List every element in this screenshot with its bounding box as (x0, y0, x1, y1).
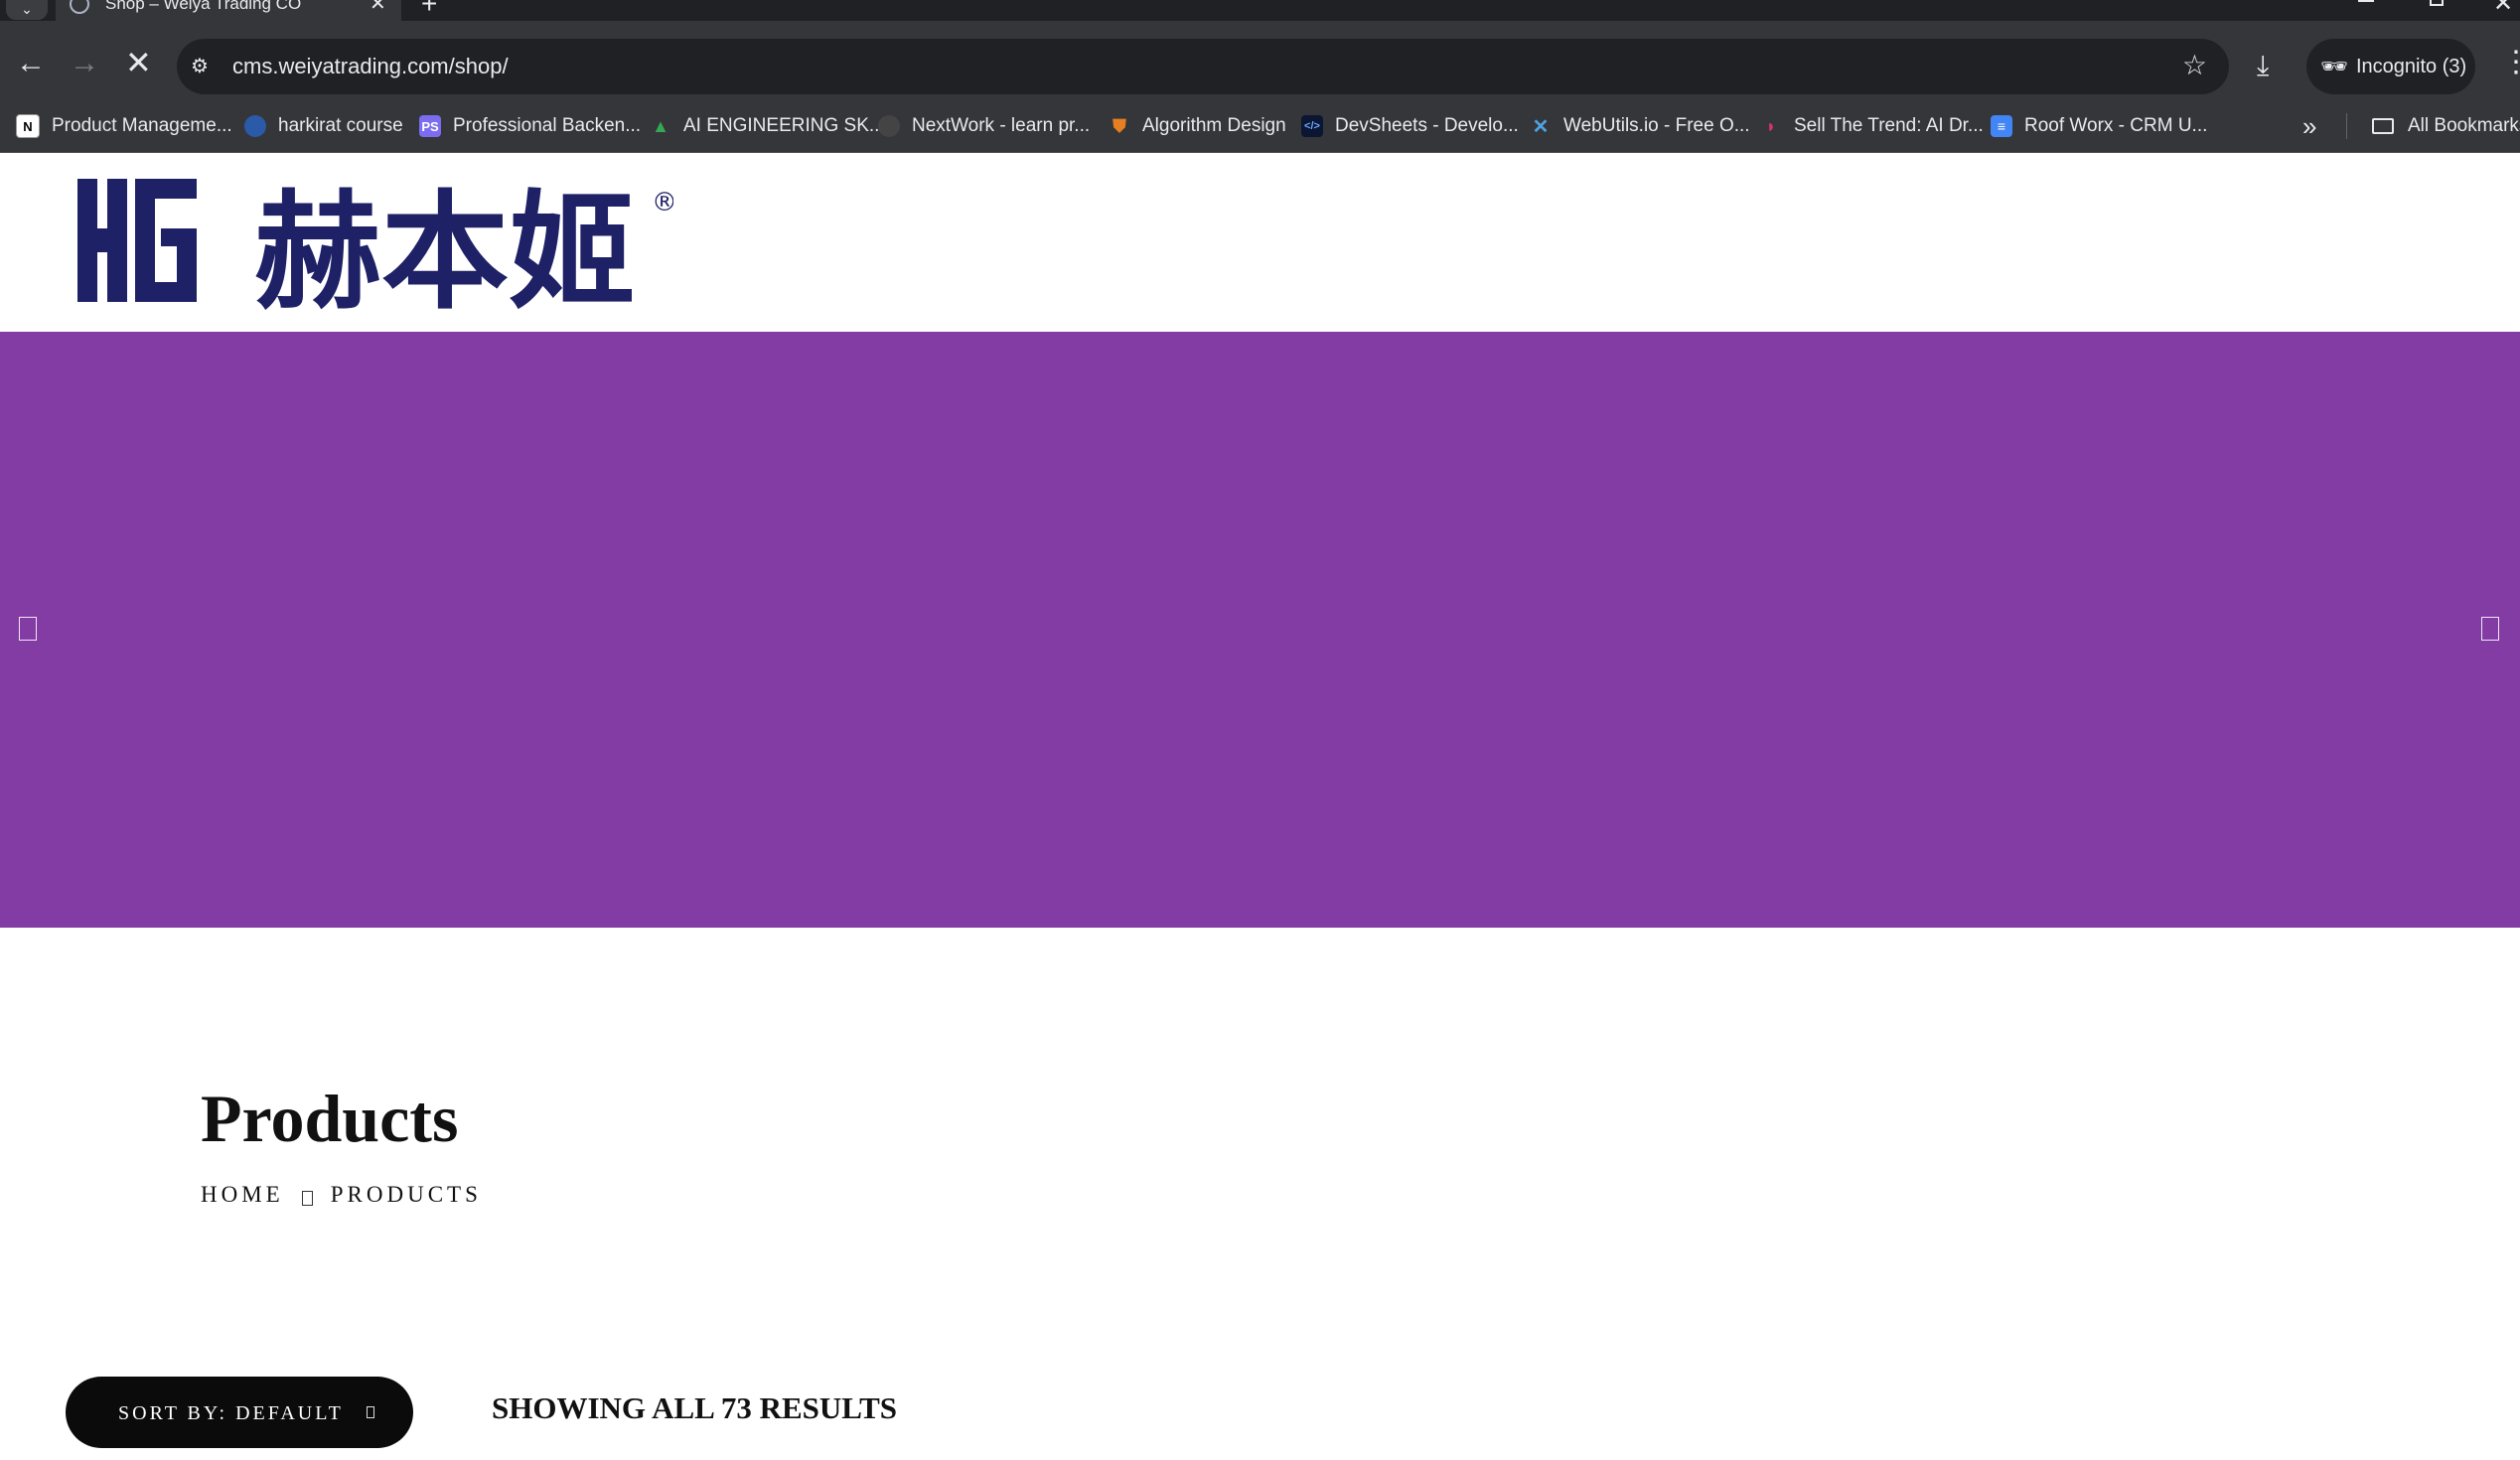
bookmark-label: Roof Worx - CRM U... (2024, 115, 2208, 136)
tab-strip: ⌄ Shop – Weiya Trading CO ✕ + ✕ (0, 0, 2520, 21)
slider-prev-icon[interactable] (19, 617, 37, 641)
bookmark-item[interactable]: harkirat course (244, 111, 403, 141)
forward-arrow-icon[interactable]: → (70, 49, 99, 78)
breadcrumb-home[interactable]: HOME (201, 1182, 284, 1208)
tab-title: Shop – Weiya Trading CO (105, 0, 302, 13)
incognito-label: Incognito (3) (2356, 56, 2467, 77)
restore-icon[interactable] (2430, 0, 2444, 6)
all-bookmarks-button[interactable]: All Bookmarks (2372, 111, 2520, 141)
incognito-button[interactable]: 🕶 Incognito (3) (2306, 39, 2475, 94)
sort-label: SORT BY: DEFAULT (118, 1402, 344, 1424)
incognito-icon: 🕶 (2320, 54, 2348, 78)
results-count: SHOWING ALL 73 RESULTS (492, 1390, 898, 1425)
nextwork-icon (878, 115, 900, 137)
bookmark-item[interactable]: NextWork - learn pr... (878, 111, 1090, 141)
slider-next-icon[interactable] (2481, 617, 2499, 641)
browser-toolbar: ← → ✕ ⚙ cms.weiyatrading.com/shop/ ☆ ⤓ 🕶… (0, 21, 2520, 110)
notion-icon: N (16, 114, 40, 138)
minimize-icon[interactable] (2358, 0, 2374, 2)
bookmark-item[interactable]: ▲ AI ENGINEERING SK... (650, 111, 885, 141)
tab-search-button[interactable]: ⌄ (6, 0, 48, 20)
bookmark-label: Professional Backen... (453, 115, 642, 136)
chevron-down-icon (367, 1406, 374, 1418)
bookmarks-overflow-icon[interactable]: » (2302, 111, 2316, 141)
new-tab-button[interactable]: + (421, 0, 437, 18)
bookmark-label: Sell The Trend: AI Dr... (1794, 115, 1984, 136)
drive-icon: ▲ (652, 115, 669, 136)
site-logo[interactable]: 赫本姬 ® (77, 171, 673, 310)
hero-slider (0, 332, 2520, 928)
stop-loading-icon[interactable]: ✕ (125, 47, 152, 78)
shield-icon: ⛊ (1112, 115, 1126, 136)
ps-icon: PS (419, 115, 441, 137)
bookmark-item[interactable]: PS Professional Backen... (419, 111, 641, 141)
code-icon: </> (1301, 115, 1323, 137)
breadcrumb-separator-icon (301, 1190, 313, 1206)
address-bar[interactable]: ⚙ cms.weiyatrading.com/shop/ ☆ (177, 39, 2229, 94)
avatar-icon (244, 115, 266, 137)
bookmark-label: Product Manageme... (52, 115, 232, 136)
logo-text: 赫本姬 (254, 179, 636, 310)
docs-icon: ≡ (1991, 115, 2012, 137)
page-title: Products (201, 1081, 459, 1156)
window-close-icon[interactable]: ✕ (2493, 0, 2513, 16)
chevron-down-icon: ⌄ (21, 1, 33, 17)
bookmark-label: NextWork - learn pr... (912, 115, 1091, 136)
more-menu-icon[interactable]: ⋮ (2501, 48, 2520, 77)
all-bookmarks-label: All Bookmarks (2408, 115, 2520, 136)
url-text[interactable]: cms.weiyatrading.com/shop/ (232, 54, 509, 79)
tools-icon: ✕ (1532, 115, 1550, 138)
registered-mark: ® (652, 188, 673, 218)
bookmark-label: harkirat course (278, 115, 403, 136)
bookmark-label: AI ENGINEERING SK... (683, 115, 885, 136)
bookmark-star-icon[interactable]: ☆ (2182, 51, 2207, 80)
close-icon[interactable]: ✕ (370, 0, 386, 14)
sellthetrend-icon: ◗ (1765, 115, 1777, 136)
bookmark-item[interactable]: ≡ Roof Worx - CRM U... (1991, 111, 2207, 141)
bookmark-item[interactable]: ✕ WebUtils.io - Free O... (1530, 111, 1750, 141)
bookmark-item[interactable]: ◗ Sell The Trend: AI Dr... (1760, 111, 1984, 141)
bookmark-item[interactable]: N Product Manageme... (16, 111, 232, 141)
site-info-icon[interactable]: ⚙ (191, 55, 215, 78)
breadcrumb: HOME PRODUCTS (201, 1182, 482, 1208)
folder-icon (2372, 118, 2394, 134)
bookmarks-divider (2346, 113, 2347, 139)
bookmark-label: DevSheets - Develo... (1335, 115, 1519, 136)
download-icon[interactable]: ⤓ (2257, 51, 2269, 80)
site-header: 赫本姬 ® (0, 153, 2520, 332)
bookmark-item[interactable]: </> DevSheets - Develo... (1301, 111, 1519, 141)
back-arrow-icon[interactable]: ← (16, 49, 46, 78)
bookmarks-bar: N Product Manageme... harkirat course PS… (0, 99, 2520, 153)
breadcrumb-current: PRODUCTS (330, 1182, 482, 1207)
bookmark-item[interactable]: ⛊ Algorithm Design (1109, 111, 1286, 141)
bookmark-label: Algorithm Design (1142, 115, 1286, 136)
sort-select[interactable]: SORT BY: DEFAULT (66, 1377, 413, 1448)
bookmark-label: WebUtils.io - Free O... (1563, 115, 1750, 136)
